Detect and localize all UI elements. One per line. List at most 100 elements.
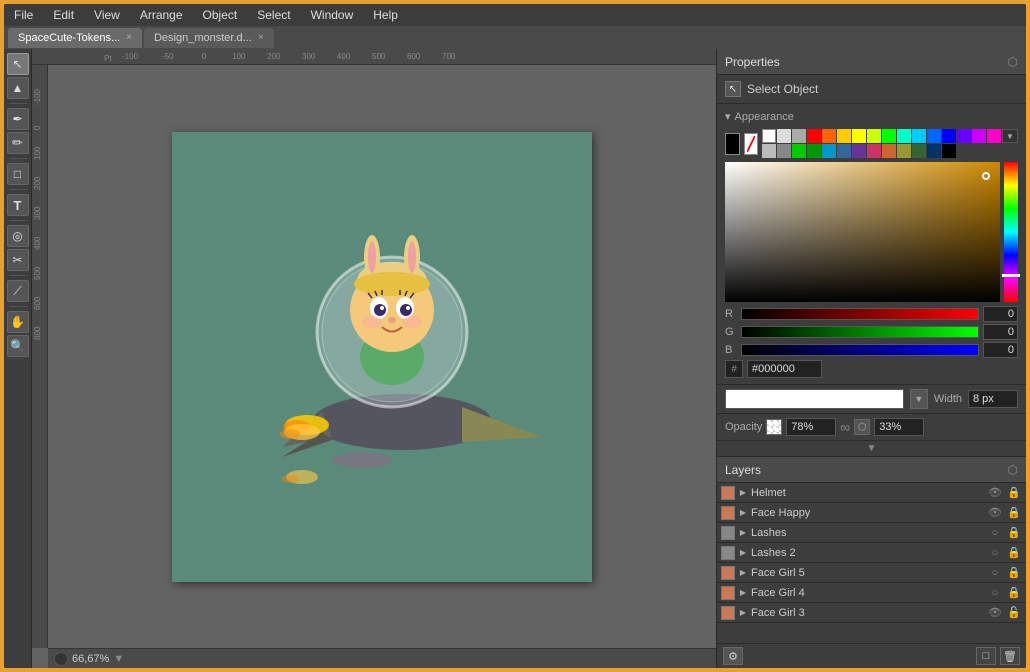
layer-face-girl-3[interactable]: ▶ Face Girl 3 👁 🔓 <box>717 603 1026 623</box>
color-spectrum[interactable] <box>1004 162 1018 302</box>
tab-1-close[interactable]: × <box>258 32 264 43</box>
palette-white[interactable] <box>762 129 776 143</box>
menu-window[interactable]: Window <box>307 6 358 24</box>
layer-face-girl5-lock[interactable]: 🔒 <box>1006 565 1022 581</box>
menu-help[interactable]: Help <box>369 6 402 24</box>
palette-forest[interactable] <box>912 144 926 158</box>
r-slider[interactable] <box>741 308 979 320</box>
layer-lashes2-lock[interactable]: 🔒 <box>1006 545 1022 561</box>
palette-red[interactable] <box>807 129 821 143</box>
palette-violet[interactable] <box>972 129 986 143</box>
layer-face-girl3-expand[interactable]: ▶ <box>738 608 748 618</box>
layers-settings-btn[interactable]: ⚙ <box>723 647 743 665</box>
g-slider[interactable] <box>741 326 979 338</box>
tool-blend[interactable]: ⟋ <box>7 280 29 302</box>
layers-expand-icon[interactable]: ⬡ <box>1008 463 1018 477</box>
layer-helmet[interactable]: ▶ Helmet 👁 🔒 <box>717 483 1026 503</box>
layer-face-girl4-eye[interactable]: ○ <box>987 585 1003 601</box>
tool-pen[interactable]: ✒ <box>7 108 29 130</box>
layer-lashes-eye[interactable]: ○ <box>987 525 1003 541</box>
color-gradient[interactable] <box>725 162 1000 302</box>
palette-rose[interactable] <box>867 144 881 158</box>
palette-green[interactable] <box>882 129 896 143</box>
layer-lashes-expand[interactable]: ▶ <box>738 528 748 538</box>
palette-lgray2[interactable] <box>762 144 776 158</box>
tool-scissors[interactable]: ✂ <box>7 249 29 271</box>
layer-helmet-expand[interactable]: ▶ <box>738 488 748 498</box>
layers-new-layer-btn[interactable]: □ <box>976 647 996 665</box>
r-input[interactable]: 0 <box>983 306 1018 322</box>
palette-yellow[interactable] <box>852 129 866 143</box>
palette-dark-green[interactable] <box>807 144 821 158</box>
palette-midnight[interactable] <box>927 144 941 158</box>
layer-face-girl3-eye[interactable]: 👁 <box>987 605 1003 621</box>
fill-opacity-input[interactable] <box>786 418 836 436</box>
palette-navy[interactable] <box>837 144 851 158</box>
palette-olive[interactable] <box>897 144 911 158</box>
layer-face-girl5-eye[interactable]: ○ <box>987 565 1003 581</box>
palette-pink[interactable] <box>987 129 1001 143</box>
layer-helmet-eye[interactable]: 👁 <box>987 485 1003 501</box>
b-slider-container[interactable] <box>741 344 979 356</box>
layer-face-girl4-lock[interactable]: 🔒 <box>1006 585 1022 601</box>
palette-orange[interactable] <box>822 129 836 143</box>
tool-zoom[interactable]: 🔍 <box>7 335 29 357</box>
palette-gray[interactable] <box>792 129 806 143</box>
layer-face-happy-expand[interactable]: ▶ <box>738 508 748 518</box>
artwork[interactable] <box>172 132 592 582</box>
fill-swatch[interactable] <box>725 133 740 155</box>
stroke-dropdown[interactable]: ▼ <box>910 389 928 409</box>
properties-expand[interactable]: ⬡ <box>1008 55 1018 69</box>
layer-lashes[interactable]: ▶ Lashes ○ 🔒 <box>717 523 1026 543</box>
layer-face-girl-4[interactable]: ▶ Face Girl 4 ○ 🔒 <box>717 583 1026 603</box>
tool-direct-select[interactable]: ▲ <box>7 77 29 99</box>
palette-teal[interactable] <box>897 129 911 143</box>
tool-pencil[interactable]: ✏ <box>7 132 29 154</box>
menu-file[interactable]: File <box>10 6 37 24</box>
tab-0-close[interactable]: × <box>126 32 132 43</box>
palette-more[interactable]: ▼ <box>1002 129 1018 143</box>
menu-object[interactable]: Object <box>199 6 242 24</box>
layer-face-girl4-expand[interactable]: ▶ <box>738 588 748 598</box>
palette-lgray[interactable] <box>777 129 791 143</box>
b-input[interactable]: 0 <box>983 342 1018 358</box>
r-slider-container[interactable] <box>741 308 979 320</box>
menu-edit[interactable]: Edit <box>49 6 78 24</box>
stroke-opacity-input[interactable] <box>874 418 924 436</box>
menu-select[interactable]: Select <box>253 6 294 24</box>
palette-black[interactable] <box>942 144 956 158</box>
layer-face-girl-5[interactable]: ▶ Face Girl 5 ○ 🔒 <box>717 563 1026 583</box>
layer-face-happy-eye[interactable]: 👁 <box>987 505 1003 521</box>
width-input[interactable] <box>968 390 1018 408</box>
tool-hand[interactable]: ✋ <box>7 311 29 333</box>
tab-1[interactable]: Design_monster.d... × <box>144 28 274 48</box>
b-slider[interactable] <box>741 344 979 356</box>
palette-mgray[interactable] <box>777 144 791 158</box>
palette-steel-blue[interactable] <box>822 144 836 158</box>
layer-helmet-lock[interactable]: 🔒 <box>1006 485 1022 501</box>
stroke-swatch[interactable] <box>744 133 759 155</box>
menu-view[interactable]: View <box>90 6 124 24</box>
link-icon[interactable]: ∞ <box>840 419 850 435</box>
layer-lashes2[interactable]: ▶ Lashes 2 ○ 🔒 <box>717 543 1026 563</box>
canvas-scroll[interactable] <box>48 65 716 648</box>
layer-face-happy[interactable]: ▶ Face Happy 👁 🔒 <box>717 503 1026 523</box>
tab-0[interactable]: SpaceCute-Tokens... × <box>8 28 142 48</box>
palette-purple[interactable] <box>957 129 971 143</box>
expand-icon[interactable]: ▼ <box>867 443 877 454</box>
tool-rect[interactable]: □ <box>7 163 29 185</box>
hex-input[interactable] <box>747 360 822 378</box>
layer-lashes2-expand[interactable]: ▶ <box>738 548 748 558</box>
palette-dark-blue[interactable] <box>942 129 956 143</box>
palette-green2[interactable] <box>792 144 806 158</box>
menu-arrange[interactable]: Arrange <box>136 6 187 24</box>
tool-text[interactable]: T <box>7 194 29 216</box>
palette-yellow-orange[interactable] <box>837 129 851 143</box>
layer-lashes2-eye[interactable]: ○ <box>987 545 1003 561</box>
zoom-dropdown[interactable]: ▼ <box>113 653 124 665</box>
palette-blue[interactable] <box>927 129 941 143</box>
tool-rotate[interactable]: ◎ <box>7 225 29 247</box>
palette-sienna[interactable] <box>882 144 896 158</box>
layers-delete-btn[interactable]: 🗑 <box>1000 647 1020 665</box>
palette-plum[interactable] <box>852 144 866 158</box>
